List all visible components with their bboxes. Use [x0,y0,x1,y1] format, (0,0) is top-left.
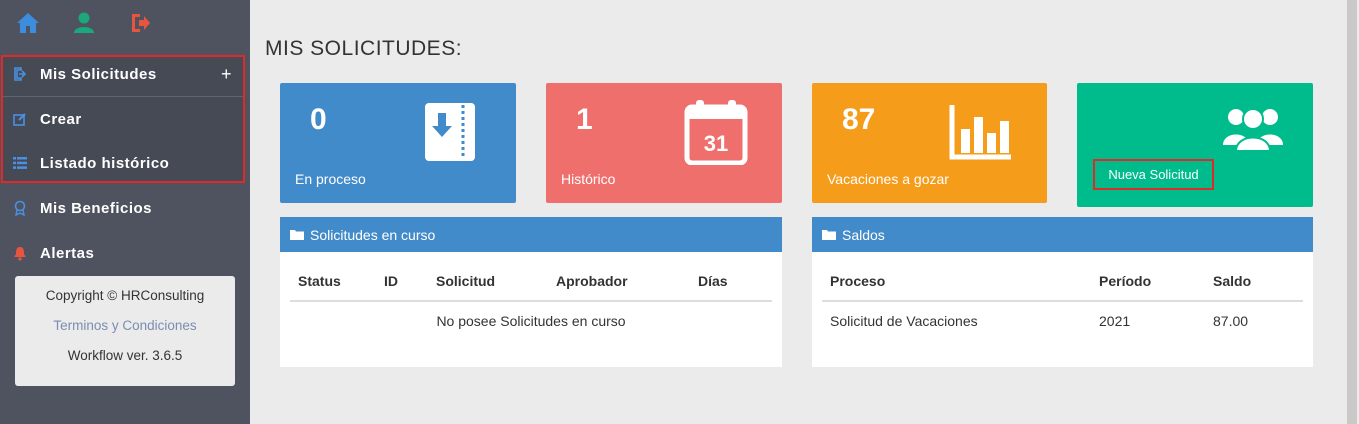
tile-label: En proceso [295,171,366,187]
sign-in-icon [0,67,40,81]
cell-saldo: 87.00 [1213,312,1249,329]
saldos-table: Proceso Período Saldo Solicitud de Vacac… [822,252,1303,339]
sidebar-item-label: Alertas [40,244,95,262]
solicitudes-table: Status ID Solicitud Aprobador Días No po… [290,252,772,339]
tile-historico[interactable]: 1 Histórico 31 [546,83,782,203]
expand-plus-icon[interactable]: + [221,64,232,85]
copyright-text: Copyright © HRConsulting [45,288,205,303]
award-icon [0,200,40,216]
table-row: No posee Solicitudes en curso [290,301,772,339]
edit-icon [0,112,40,126]
terms-link[interactable]: Terminos y Condiciones [15,318,235,333]
home-icon[interactable] [15,10,41,36]
calendar-icon: 31 [684,99,748,170]
tile-en-proceso[interactable]: 0 En proceso [280,83,516,203]
col-proceso: Proceso [822,252,1099,302]
col-solicitud: Solicitud [436,252,556,302]
list-icon [0,157,40,169]
col-periodo: Período [1099,252,1213,302]
bell-icon [0,246,40,261]
col-status: Status [290,252,384,302]
sidebar: Mis Solicitudes + Crear Listado históric… [0,0,250,424]
panel-saldos: Saldos Proceso Período Saldo Solicitud d… [812,217,1313,367]
panel-solicitudes-en-curso: Solicitudes en curso Status ID Solicitud… [280,217,782,367]
sidebar-item-label: Crear [40,110,82,128]
sidebar-item-crear[interactable]: Crear [0,104,250,134]
sidebar-item-label: Mis Beneficios [40,199,153,217]
col-aprobador: Aprobador [556,252,698,302]
sidebar-item-alertas[interactable]: Alertas [0,238,250,268]
calendar-day-text: 31 [704,131,728,156]
panel-header: Saldos [812,217,1313,252]
empty-message: No posee Solicitudes en curso [436,312,626,329]
menu-divider [3,96,243,97]
sidebar-item-label: Mis Solicitudes [40,65,157,83]
tile-vacaciones[interactable]: 87 Vacaciones a gozar [812,83,1047,203]
nueva-solicitud-button[interactable]: Nueva Solicitud [1093,159,1214,190]
users-icon [1223,105,1283,156]
scrollbar[interactable] [1345,0,1359,424]
cell-periodo: 2021 [1099,312,1131,329]
tile-label: Histórico [561,171,616,187]
folder-icon [290,227,304,243]
copyright-box: Copyright © HRConsulting Terminos y Cond… [15,276,235,386]
panel-title: Saldos [842,226,885,243]
table-row: Solicitud de Vacaciones 2021 87.00 [822,301,1303,339]
tile-value: 0 [310,103,327,136]
page-title: MIS SOLICITUDES: [265,37,463,60]
bar-chart-icon [949,103,1013,166]
tile-value: 1 [576,103,593,136]
logout-icon[interactable] [127,10,153,36]
cell-proceso: Solicitud de Vacaciones [830,312,978,329]
scrollbar-thumb[interactable] [1347,0,1357,424]
download-binder-icon [423,101,477,168]
tile-label: Vacaciones a gozar [827,171,949,187]
sidebar-item-listado-historico[interactable]: Listado histórico [0,148,250,178]
sidebar-item-mis-beneficios[interactable]: Mis Beneficios [0,193,250,223]
folder-icon [822,227,836,243]
col-dias: Días [698,252,772,302]
user-icon[interactable] [71,10,97,36]
col-saldo: Saldo [1213,252,1303,302]
panel-title: Solicitudes en curso [310,226,436,243]
sidebar-item-mis-solicitudes[interactable]: Mis Solicitudes + [0,59,250,89]
tile-value: 87 [842,103,876,136]
col-id: ID [384,252,436,302]
version-text: Workflow ver. 3.6.5 [67,348,183,363]
sidebar-top-icons [0,0,250,46]
panel-header: Solicitudes en curso [280,217,782,252]
sidebar-item-label: Listado histórico [40,154,170,172]
